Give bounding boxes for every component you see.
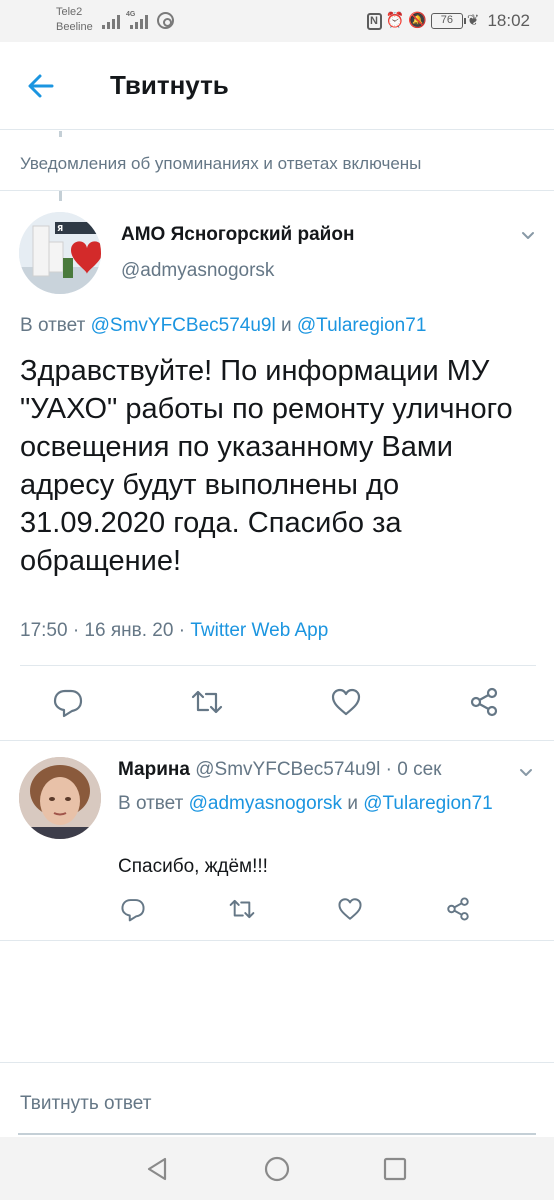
mention-link[interactable]: @Tularegion71 (363, 793, 493, 814)
reply-context: В ответ @admyasnogorsk и @Tularegion71 (118, 789, 518, 818)
signal-icon (130, 13, 150, 29)
chevron-down-icon[interactable] (521, 228, 535, 242)
home-circle-icon[interactable] (262, 1154, 292, 1184)
author-name[interactable]: Марина (118, 759, 190, 780)
back-triangle-icon[interactable] (143, 1154, 173, 1184)
mention-link[interactable]: @SmvYFCBec574u9l (91, 315, 276, 336)
reply-prefix: В ответ (20, 315, 86, 336)
leaf-icon: ❦ (466, 12, 480, 29)
notice-text: Уведомления об упоминаниях и ответах вкл… (20, 154, 422, 173)
thread-connector (59, 191, 62, 201)
avatar[interactable]: Я (19, 212, 101, 294)
reply-and: и (280, 315, 292, 336)
reply-prefix: В ответ (118, 793, 184, 814)
share-icon[interactable] (445, 896, 471, 922)
author-handle[interactable]: @admyasnogorsk (121, 260, 274, 282)
carrier-labels: Tele2 Beeline (56, 5, 93, 35)
retweet-icon[interactable] (228, 896, 256, 922)
tweet-text: Здравствуйте! По информации МУ "УАХО" ра… (20, 355, 513, 577)
tweet-meta: 17:50 · 16 янв. 20 · Twitter Web App (20, 620, 328, 642)
notifications-notice: Уведомления об упоминаниях и ответах вкл… (0, 131, 554, 191)
reply-icon[interactable] (120, 896, 146, 922)
carrier-2: Beeline (56, 21, 93, 33)
share-icon[interactable] (468, 686, 500, 718)
divider (20, 665, 536, 666)
avatar[interactable] (19, 757, 101, 839)
battery-icon: 76 (430, 13, 466, 29)
nfc-icon: N (366, 12, 382, 30)
tweet-timestamp: 17:50 · 16 янв. 20 · (20, 620, 186, 641)
clock: 18:02 (487, 11, 530, 30)
like-icon[interactable] (337, 896, 363, 922)
author-name[interactable]: АМО Ясногорский район (121, 224, 354, 246)
carrier-1: Tele2 (56, 6, 83, 18)
reply-icon[interactable] (52, 686, 84, 718)
status-icons: N ⏰ 🔕 76 ❦ 18:02 (366, 10, 530, 32)
system-nav-bar (0, 1137, 554, 1200)
divider (0, 740, 554, 741)
alarm-icon: ⏰ (385, 12, 405, 29)
mention-link[interactable]: @admyasnogorsk (189, 793, 342, 814)
bell-off-icon: 🔕 (408, 12, 427, 29)
divider (0, 940, 554, 941)
reply-composer[interactable]: Твитнуть ответ (0, 1062, 554, 1137)
sync-icon (157, 12, 174, 29)
svg-text:Я: Я (57, 224, 63, 233)
status-bar: Tele2 Beeline 4G N ⏰ 🔕 76 ❦ 18:02 (0, 0, 554, 42)
reply-header: Марина @SmvYFCBec574u9l · 0 сек (118, 759, 441, 781)
mention-link[interactable]: @Tularegion71 (297, 315, 427, 336)
tweet-text: Спасибо, ждём!!! (118, 856, 268, 877)
reply-context: В ответ @SmvYFCBec574u9l и @Tularegion71 (20, 315, 426, 337)
compose-underline (18, 1133, 536, 1135)
retweet-icon[interactable] (190, 686, 224, 718)
chevron-down-icon[interactable] (519, 765, 533, 779)
page-title: Твитнуть (110, 70, 229, 100)
author-handle[interactable]: @SmvYFCBec574u9l · 0 сек (195, 759, 441, 780)
like-icon[interactable] (330, 686, 362, 718)
app-header: Твитнуть (0, 42, 554, 130)
reply-and: и (347, 793, 358, 814)
signal-icon (102, 13, 122, 29)
tweet-source-link[interactable]: Twitter Web App (190, 620, 328, 641)
arrow-left-icon[interactable] (22, 66, 62, 106)
compose-input[interactable]: Твитнуть ответ (20, 1093, 151, 1115)
recents-square-icon[interactable] (380, 1154, 410, 1184)
